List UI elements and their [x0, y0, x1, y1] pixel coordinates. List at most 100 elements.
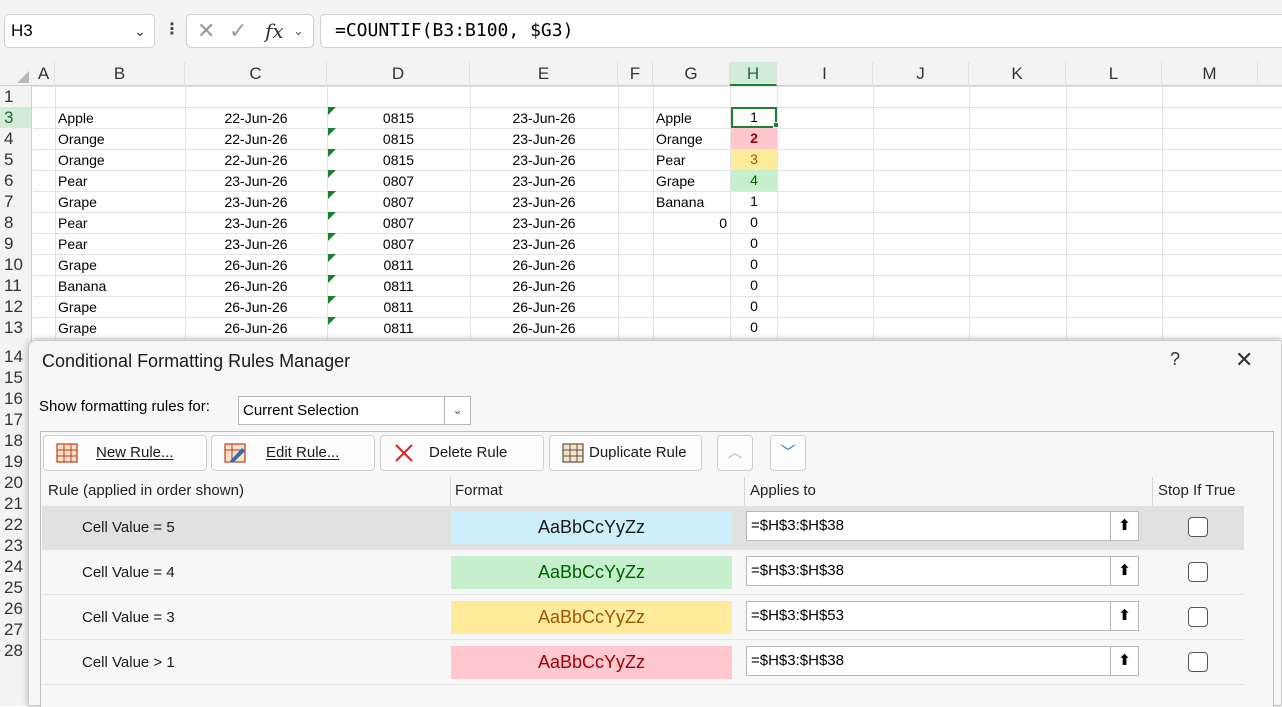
column-header-m[interactable]: M [1162, 62, 1258, 86]
cell-c[interactable]: 23-Jun-26 [185, 171, 327, 192]
cell-d[interactable]: 0815 [327, 108, 470, 129]
stop-if-true-checkbox[interactable] [1188, 607, 1208, 627]
column-header-k[interactable]: K [969, 62, 1066, 86]
cell-c[interactable]: 22-Jun-26 [185, 129, 327, 150]
row-header-12[interactable]: 12 [0, 296, 31, 317]
cell-g[interactable]: 0 [653, 213, 730, 234]
column-header-h[interactable]: H [730, 62, 777, 86]
cell-c[interactable]: 22-Jun-26 [185, 108, 327, 129]
rule-row[interactable]: Cell Value = 3 AaBbCcYyZz =$H$3:$H$53 ⬆ [42, 596, 1244, 640]
applies-to-input[interactable]: =$H$3:$H$53 ⬆ [746, 601, 1139, 631]
column-divider[interactable] [744, 477, 745, 507]
cell-h[interactable]: 0 [731, 317, 777, 338]
cell-h[interactable]: 0 [731, 296, 777, 317]
delete-rule-button[interactable]: Delete Rule [380, 435, 544, 471]
collapse-range-icon[interactable]: ⬆ [1110, 647, 1138, 675]
stop-if-true-checkbox[interactable] [1188, 562, 1208, 582]
cell-d[interactable]: 0807 [327, 171, 470, 192]
cell-c[interactable]: 26-Jun-26 [185, 255, 327, 276]
row-header-11[interactable]: 11 [0, 275, 31, 296]
chevron-down-icon[interactable]: ⌄ [444, 397, 470, 424]
cell-d[interactable]: 0811 [327, 276, 470, 297]
row-header-8[interactable]: 8 [0, 212, 31, 233]
row-header-13[interactable]: 13 [0, 317, 31, 338]
error-indicator-icon[interactable] [328, 191, 336, 199]
error-indicator-icon[interactable] [328, 128, 336, 136]
cell-c[interactable]: 26-Jun-26 [185, 318, 327, 339]
cell-e[interactable]: 26-Jun-26 [470, 297, 618, 318]
column-header-b[interactable]: B [55, 62, 185, 86]
column-header-e[interactable]: E [470, 62, 618, 86]
column-header-f[interactable]: F [618, 62, 653, 86]
name-box[interactable]: H3 ⌄ [4, 14, 155, 48]
cell-g[interactable]: Apple [653, 108, 730, 129]
cell-b[interactable]: Grape [55, 297, 185, 318]
column-divider[interactable] [1152, 477, 1153, 507]
cell-e[interactable]: 23-Jun-26 [470, 213, 618, 234]
cell-e[interactable]: 23-Jun-26 [470, 129, 618, 150]
cell-e[interactable]: 23-Jun-26 [470, 171, 618, 192]
collapse-range-icon[interactable]: ⬆ [1110, 602, 1138, 630]
cancel-icon[interactable]: ✕ [197, 15, 215, 47]
cell-g[interactable]: Orange [653, 129, 730, 150]
cell-d[interactable]: 0807 [327, 234, 470, 255]
cell-c[interactable]: 26-Jun-26 [185, 276, 327, 297]
error-indicator-icon[interactable] [328, 275, 336, 283]
sheet-grid[interactable]: Apple 22-Jun-26 0815 23-Jun-26 Apple 1 Orange 2… [33, 86, 1282, 346]
error-indicator-icon[interactable] [328, 233, 336, 241]
row-header-3[interactable]: 3 [0, 107, 31, 128]
new-rule-button[interactable]: New Rule... [43, 435, 207, 471]
row-header-9[interactable]: 9 [0, 233, 31, 254]
column-header-i[interactable]: I [777, 62, 873, 86]
error-indicator-icon[interactable] [328, 107, 336, 115]
cell-d[interactable]: 0811 [327, 297, 470, 318]
stop-if-true-checkbox[interactable] [1188, 517, 1208, 537]
cell-c[interactable]: 23-Jun-26 [185, 213, 327, 234]
cell-d[interactable]: 0811 [327, 255, 470, 276]
row-header-10[interactable]: 10 [0, 254, 31, 275]
cell-d[interactable]: 0811 [327, 318, 470, 339]
applies-to-input[interactable]: =$H$3:$H$38 ⬆ [746, 646, 1139, 676]
collapse-range-icon[interactable]: ⬆ [1110, 512, 1138, 540]
rule-row[interactable]: Cell Value = 5 AaBbCcYyZz =$H$3:$H$38 ⬆ [42, 506, 1244, 550]
cell-g[interactable]: Grape [653, 171, 730, 192]
column-header-a[interactable]: A [33, 62, 55, 86]
cell-c[interactable]: 23-Jun-26 [185, 192, 327, 213]
close-icon[interactable]: ✕ [1235, 347, 1253, 373]
select-all-corner[interactable] [0, 62, 32, 86]
cell-e[interactable]: 23-Jun-26 [470, 234, 618, 255]
collapse-range-icon[interactable]: ⬆ [1110, 557, 1138, 585]
row-header-6[interactable]: 6 [0, 170, 31, 191]
formula-input[interactable]: =COUNTIF(B3:B100, $G3) [320, 14, 1282, 48]
chevron-down-icon[interactable]: ⌄ [134, 15, 146, 47]
show-rules-select[interactable]: Current Selection ⌄ [238, 396, 471, 425]
cell-b[interactable]: Orange [55, 150, 185, 171]
rule-row[interactable]: Cell Value > 1 AaBbCcYyZz =$H$3:$H$38 ⬆ [42, 641, 1244, 685]
cell-e[interactable]: 26-Jun-26 [470, 318, 618, 339]
duplicate-rule-button[interactable]: Duplicate Rule [549, 435, 702, 471]
cell-e[interactable]: 23-Jun-26 [470, 150, 618, 171]
cell-h[interactable]: 0 [731, 254, 777, 275]
cell-e[interactable]: 23-Jun-26 [470, 108, 618, 129]
move-down-button[interactable]: ﹀ [770, 435, 806, 471]
move-up-button[interactable]: ︿ [717, 435, 753, 471]
cell-b[interactable]: Grape [55, 318, 185, 339]
cell-d[interactable]: 0815 [327, 129, 470, 150]
error-indicator-icon[interactable] [328, 254, 336, 262]
cell-h[interactable]: 4 [731, 170, 777, 191]
cell-h[interactable]: 0 [731, 275, 777, 296]
row-header-1[interactable]: 1 [0, 86, 31, 107]
column-header-l[interactable]: L [1066, 62, 1162, 86]
column-header-j[interactable]: J [873, 62, 969, 86]
cell-d[interactable]: 0815 [327, 150, 470, 171]
error-indicator-icon[interactable] [328, 317, 336, 325]
column-header-g[interactable]: G [653, 62, 730, 86]
stop-if-true-checkbox[interactable] [1188, 652, 1208, 672]
cell-b[interactable]: Pear [55, 171, 185, 192]
cell-h[interactable]: 0 [731, 233, 777, 254]
enter-icon[interactable]: ✓ [229, 15, 247, 47]
column-divider[interactable] [450, 477, 451, 507]
cell-g[interactable]: Banana [653, 192, 730, 213]
row-header-7[interactable]: 7 [0, 191, 31, 212]
fill-handle[interactable] [773, 122, 779, 128]
